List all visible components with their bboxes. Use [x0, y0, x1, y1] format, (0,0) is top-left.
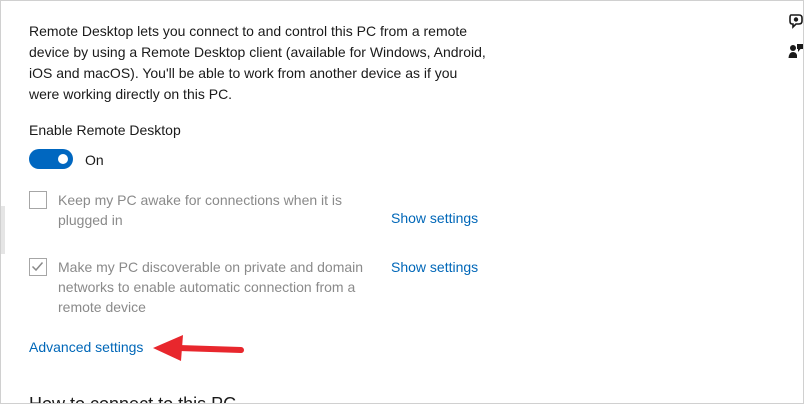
discoverable-checkbox[interactable]: [29, 258, 47, 276]
give-feedback-icon[interactable]: [788, 43, 804, 59]
settings-page: Remote Desktop lets you connect to and c…: [0, 0, 804, 404]
get-help-icon[interactable]: [788, 13, 804, 29]
red-arrow-annotation: [153, 335, 244, 361]
enable-remote-desktop-toggle[interactable]: [29, 149, 73, 169]
toggle-state-text: On: [85, 152, 104, 168]
discoverable-show-settings-link[interactable]: Show settings: [391, 258, 478, 276]
discoverable-label: Make my PC discoverable on private and d…: [58, 259, 364, 315]
right-toolbar: [782, 1, 804, 403]
keep-awake-show-settings-link[interactable]: Show settings: [391, 209, 478, 227]
toggle-knob: [58, 154, 68, 164]
remote-desktop-description: Remote Desktop lets you connect to and c…: [29, 23, 486, 102]
next-section-heading: How to connect to this PC: [29, 394, 237, 404]
keep-awake-label: Keep my PC awake for connections when it…: [58, 192, 343, 228]
scroll-edge: [1, 206, 5, 254]
enable-remote-desktop-label: Enable Remote Desktop: [29, 122, 181, 138]
checkmark-icon: [31, 262, 44, 272]
advanced-settings-link[interactable]: Advanced settings: [29, 338, 143, 356]
keep-awake-checkbox[interactable]: [29, 191, 47, 209]
